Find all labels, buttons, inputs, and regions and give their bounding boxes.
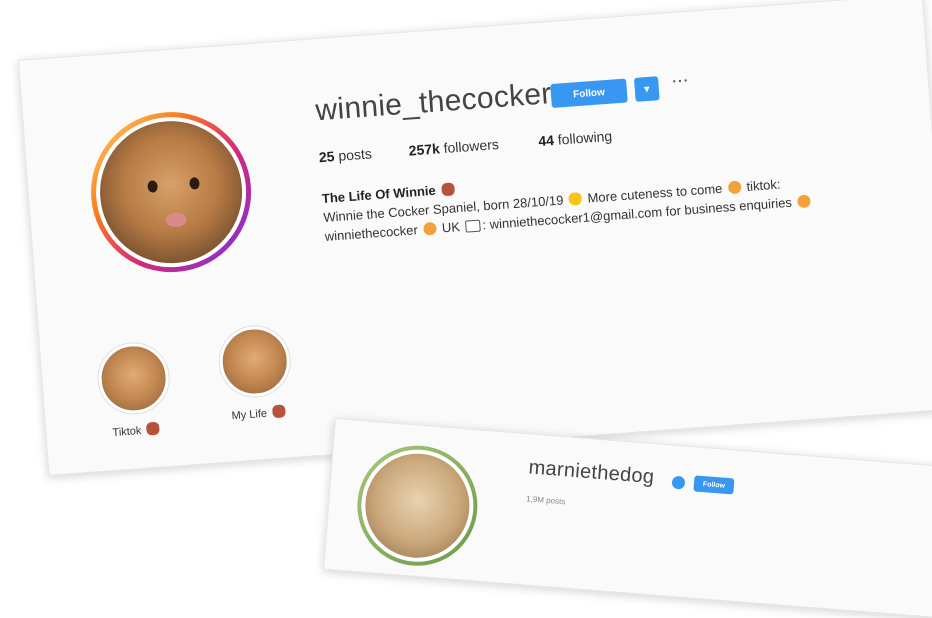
profile-card: winnie_thecocker Follow ▾ ··· 25 posts 2… <box>18 0 932 476</box>
following-label: following <box>557 127 613 148</box>
highlight-my-life[interactable] <box>217 324 293 399</box>
paw-icon <box>145 421 160 436</box>
following-number: 44 <box>537 131 555 150</box>
highlight-label: Tiktok <box>112 421 162 440</box>
avatar-nose <box>165 212 187 228</box>
posts-number: 25 <box>318 148 336 166</box>
profile-username: marniethedog <box>527 456 656 489</box>
highlight-label-text: Tiktok <box>112 424 142 440</box>
follow-button[interactable]: Follow <box>550 78 628 109</box>
paw-icon <box>440 182 455 197</box>
follow-dropdown-button[interactable]: ▾ <box>633 76 660 102</box>
followers-label: followers <box>443 136 500 157</box>
highlight-tiktok[interactable] <box>96 340 172 416</box>
second-profile-card: marniethedog Follow 1,9M posts <box>323 418 932 618</box>
verified-badge-icon <box>671 475 686 490</box>
posts-count: 25 posts <box>318 145 372 165</box>
highlight-label-text: My Life <box>231 407 268 423</box>
more-options-icon[interactable]: ··· <box>672 72 690 89</box>
following-count[interactable]: 44 following <box>538 128 613 149</box>
follow-button[interactable]: Follow <box>693 475 735 495</box>
avatar-eye <box>189 177 200 190</box>
followers-count[interactable]: 257k followers <box>408 136 499 159</box>
avatar-eye <box>147 180 159 193</box>
heart-icon <box>568 192 583 207</box>
posts-count: 1,9M posts <box>525 494 566 507</box>
paw-icon <box>271 404 286 419</box>
profile-bio: The Life Of Winnie Winnie the Cocker Spa… <box>321 153 813 246</box>
bio-text: winniethecocker <box>324 222 419 244</box>
posts-label: posts <box>337 145 373 164</box>
email-icon <box>465 219 481 233</box>
followers-number: 257k <box>408 140 441 159</box>
heart-eyes-icon <box>727 180 742 195</box>
highlight-label: My Life <box>231 404 287 422</box>
dog-face-icon <box>422 221 437 236</box>
heart-eyes-icon <box>796 194 811 209</box>
bio-text: tiktok: <box>745 176 781 194</box>
profile-username: winnie_thecocker <box>314 77 553 128</box>
bio-text: UK <box>441 219 461 236</box>
